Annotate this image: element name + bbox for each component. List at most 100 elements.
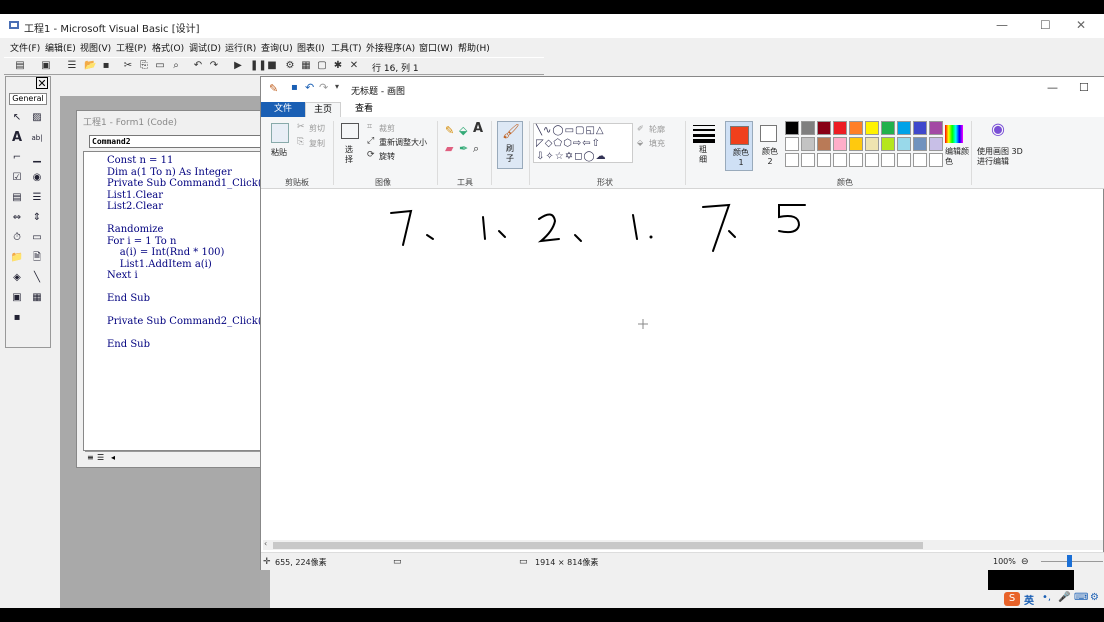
- fill-shape-icon[interactable]: ⬙: [637, 137, 643, 149]
- tab-view[interactable]: 查看: [347, 102, 381, 117]
- copy-icon[interactable]: ⎘: [297, 136, 304, 148]
- object-combobox[interactable]: Command2: [89, 135, 279, 148]
- palette-color-swatch[interactable]: [881, 121, 895, 135]
- procedure-view-icon[interactable]: ≡: [87, 453, 94, 462]
- project-explorer-icon[interactable]: ⚙: [284, 60, 296, 72]
- scroll-left-icon[interactable]: ◂: [111, 453, 115, 462]
- properties-window-icon[interactable]: ▦: [300, 60, 312, 72]
- palette-color-swatch[interactable]: [897, 153, 911, 167]
- end-icon[interactable]: ■: [266, 60, 278, 72]
- punctuation-icon[interactable]: •,: [1042, 592, 1051, 603]
- label-tool-icon[interactable]: A: [10, 131, 24, 145]
- textbox-tool-icon[interactable]: ab|: [30, 131, 44, 145]
- add-project-icon[interactable]: ▤: [14, 60, 26, 72]
- paste-icon[interactable]: [271, 123, 289, 143]
- menu-diagram[interactable]: 图表(I): [297, 41, 325, 54]
- code-editor[interactable]: Const n = 11 Dim a(1 To n) As Integer Pr…: [83, 151, 277, 451]
- resize-button[interactable]: 重新调整大小: [379, 137, 427, 148]
- optionbutton-tool-icon[interactable]: ◉: [30, 171, 44, 185]
- close-button[interactable]: ✕: [1076, 18, 1086, 32]
- menu-query[interactable]: 查询(U): [261, 41, 293, 54]
- palette-color-swatch[interactable]: [833, 153, 847, 167]
- maximize-button[interactable]: ☐: [1040, 18, 1051, 32]
- full-module-view-icon[interactable]: ☰: [97, 453, 104, 462]
- rotate-icon[interactable]: ⟳: [367, 149, 375, 161]
- scrollbar-thumb[interactable]: [273, 542, 923, 549]
- resize-icon[interactable]: ⤢: [367, 135, 374, 147]
- menu-window[interactable]: 窗口(W): [419, 41, 453, 54]
- color1-button[interactable]: 颜色 1: [725, 121, 753, 171]
- palette-color-swatch[interactable]: [801, 137, 815, 151]
- eraser-icon[interactable]: ▰: [445, 143, 453, 155]
- data-tool-icon[interactable]: ▦: [30, 291, 44, 305]
- keyboard-icon[interactable]: ⌨: [1074, 592, 1088, 603]
- copy-button[interactable]: 复制: [309, 138, 325, 149]
- object-browser-icon[interactable]: ✱: [332, 60, 344, 72]
- line-tool-icon[interactable]: ╲: [30, 271, 44, 285]
- color2-button[interactable]: 颜色 2: [757, 121, 783, 171]
- paint3d-button[interactable]: 使用画图 3D 进行编辑: [977, 147, 1025, 167]
- tab-home[interactable]: 主页: [305, 102, 342, 117]
- microphone-icon[interactable]: 🎤: [1058, 592, 1070, 603]
- menu-help[interactable]: 帮助(H): [458, 41, 490, 54]
- canvas-horizontal-scrollbar[interactable]: ‹: [263, 539, 1103, 550]
- palette-color-swatch[interactable]: [897, 121, 911, 135]
- toolbox-close-icon[interactable]: ✕: [36, 77, 48, 90]
- cut-button[interactable]: 剪切: [309, 123, 325, 134]
- menu-editor-icon[interactable]: ☰: [66, 60, 78, 72]
- cut-icon[interactable]: ✂: [297, 121, 305, 133]
- toolbox-icon[interactable]: ✕: [348, 60, 360, 72]
- zoom-slider[interactable]: [1041, 561, 1103, 562]
- palette-color-swatch[interactable]: [881, 137, 895, 151]
- fill-icon[interactable]: ⬙: [459, 125, 467, 137]
- palette-color-swatch[interactable]: [913, 121, 927, 135]
- start-icon[interactable]: ▶: [232, 60, 244, 72]
- fill-button[interactable]: 填充: [649, 138, 665, 149]
- listbox-tool-icon[interactable]: ☰: [30, 191, 44, 205]
- customize-quick-access-icon[interactable]: ▾: [335, 82, 339, 91]
- vscrollbar-tool-icon[interactable]: ⇕: [30, 211, 44, 225]
- palette-color-swatch[interactable]: [849, 121, 863, 135]
- pencil-icon[interactable]: ✎: [445, 125, 454, 137]
- palette-color-swatch[interactable]: [913, 137, 927, 151]
- tab-file[interactable]: 文件: [261, 102, 305, 117]
- palette-color-swatch[interactable]: [865, 121, 879, 135]
- palette-color-swatch[interactable]: [801, 121, 815, 135]
- find-icon[interactable]: ⌕: [170, 60, 182, 72]
- paint3d-icon[interactable]: ◉: [991, 121, 1005, 137]
- menu-project[interactable]: 工程(P): [116, 41, 146, 54]
- minimize-button[interactable]: —: [996, 18, 1008, 32]
- zoom-slider-thumb[interactable]: [1067, 555, 1072, 567]
- shapes-gallery[interactable]: ╲∿◯▭▢◱△ ◸◇⬠⬡⇨⇦⇧ ⇩✧☆✡◻◯☁: [533, 123, 633, 163]
- palette-color-swatch[interactable]: [833, 121, 847, 135]
- palette-color-swatch[interactable]: [849, 137, 863, 151]
- code-horizontal-scrollbar[interactable]: ≡ ☰ ◂: [85, 451, 275, 463]
- palette-color-swatch[interactable]: [929, 121, 943, 135]
- ole-tool-icon[interactable]: ▪: [10, 311, 24, 325]
- hscrollbar-tool-icon[interactable]: ⇔: [10, 211, 24, 225]
- filelistbox-tool-icon[interactable]: 🗎: [30, 251, 44, 265]
- menu-run[interactable]: 运行(R): [225, 41, 256, 54]
- select-button[interactable]: 选择: [345, 145, 355, 165]
- open-project-icon[interactable]: 📂: [84, 60, 96, 72]
- drivelistbox-tool-icon[interactable]: ▭: [30, 231, 44, 245]
- rotate-button[interactable]: 旋转: [379, 151, 395, 162]
- size-button[interactable]: 粗细: [699, 145, 709, 165]
- scroll-left-icon[interactable]: ‹: [264, 539, 267, 548]
- select-icon[interactable]: [341, 123, 359, 139]
- picturebox-tool-icon[interactable]: ▨: [30, 111, 44, 125]
- palette-color-swatch[interactable]: [817, 137, 831, 151]
- palette-color-swatch[interactable]: [865, 137, 879, 151]
- palette-color-swatch[interactable]: [785, 121, 799, 135]
- palette-color-swatch[interactable]: [801, 153, 815, 167]
- palette-color-swatch[interactable]: [913, 153, 927, 167]
- frame-tool-icon[interactable]: ⌐: [10, 151, 24, 165]
- combobox-tool-icon[interactable]: ▤: [10, 191, 24, 205]
- break-icon[interactable]: ❚❚: [250, 60, 267, 72]
- text-icon[interactable]: A: [473, 122, 483, 135]
- redo-icon[interactable]: ↷: [208, 60, 220, 72]
- palette-color-swatch[interactable]: [849, 153, 863, 167]
- edit-colors-button[interactable]: 编辑颜色: [945, 147, 969, 167]
- sogou-ime-icon[interactable]: S: [1004, 592, 1020, 606]
- palette-color-swatch[interactable]: [817, 153, 831, 167]
